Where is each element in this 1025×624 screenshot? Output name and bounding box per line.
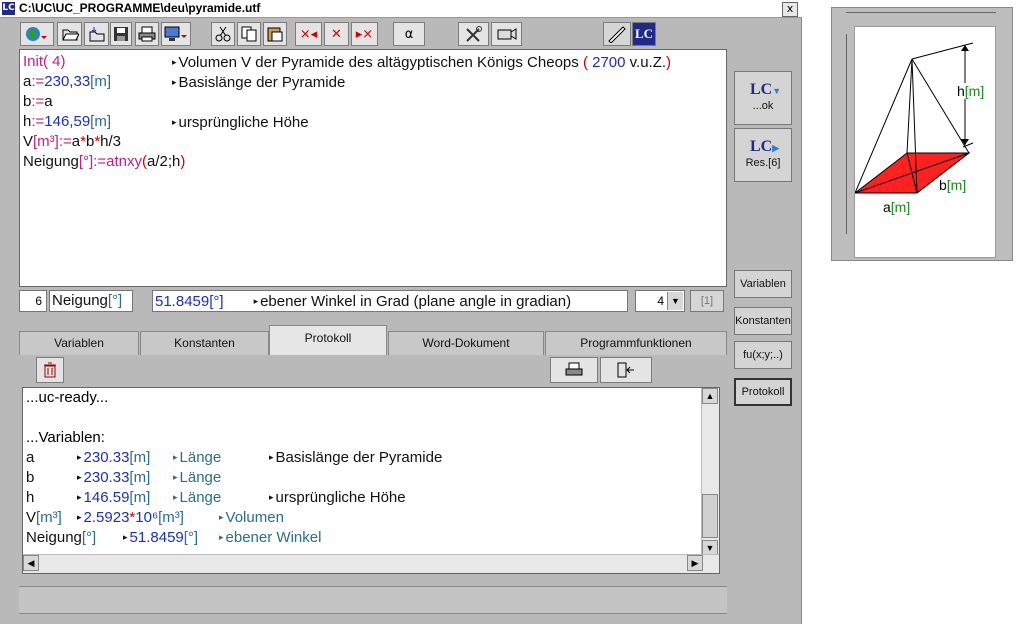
pen-button[interactable] xyxy=(603,22,631,46)
print-protocol-button[interactable] xyxy=(550,357,598,383)
mark-right-icon: ▸× xyxy=(355,26,374,42)
paste-button[interactable] xyxy=(263,22,287,46)
a-label: a[m] xyxy=(883,199,911,215)
scissors-icon xyxy=(215,26,231,42)
tab-bar: Variablen Konstanten Protokoll Word-Doku… xyxy=(19,323,727,355)
pen-icon xyxy=(608,26,626,43)
globe-icon xyxy=(26,27,47,41)
scroll-up-icon[interactable]: ▲ xyxy=(702,388,718,404)
page-indicator: [1] xyxy=(690,290,724,312)
vertical-scrollbar[interactable]: ▲ ▼ xyxy=(701,388,719,556)
editor-line-6: Neigung[°]:=atnxy(a/2;h) xyxy=(23,153,186,170)
open-button[interactable] xyxy=(57,22,82,46)
b-label: b[m] xyxy=(939,177,967,193)
floppy-icon xyxy=(114,27,128,41)
chevron-down-icon[interactable]: ▼ xyxy=(667,292,683,310)
globe-menu-button[interactable] xyxy=(20,22,54,46)
protokoll-button[interactable]: Protokoll xyxy=(734,378,792,406)
result-button[interactable]: LC▶ Res.[6] xyxy=(734,128,792,182)
variablen-button[interactable]: Variablen xyxy=(734,270,792,298)
exit-door-icon xyxy=(617,362,634,378)
result-label: Res.[6] xyxy=(745,157,781,169)
alpha-button[interactable]: α xyxy=(393,22,425,46)
line-number-field: 6 xyxy=(19,290,47,312)
lc-result-icon: LC▶ xyxy=(750,138,780,155)
preview-canvas: h[m] b[m] a[m] xyxy=(854,26,996,258)
alpha-label: α xyxy=(404,26,414,42)
konstanten-button[interactable]: Konstanten xyxy=(734,307,792,335)
printer-icon xyxy=(565,362,583,376)
main-window: LC C:\UC\UC_PROGRAMME\deu\pyramide.utf x… xyxy=(0,0,802,624)
mark-left-icon: ×◂ xyxy=(299,26,318,42)
pyramid-preview: h[m] b[m] a[m] xyxy=(831,7,1013,261)
preview-ruler xyxy=(846,12,996,21)
camera-button[interactable] xyxy=(491,22,522,46)
cut-button[interactable] xyxy=(211,22,235,46)
tab-word-dokument[interactable]: Word-Dokument xyxy=(388,331,544,355)
copy-icon xyxy=(241,26,257,42)
protocol-header: ...Variablen: xyxy=(26,429,105,446)
open-folder-icon xyxy=(61,29,79,41)
init-call: Init( 4) xyxy=(23,53,66,70)
functions-button[interactable]: fu(x;y;..) xyxy=(734,341,792,369)
tab-konstanten[interactable]: Konstanten xyxy=(140,331,269,355)
editor-line-5: V[m³]:=a*b*h/3 xyxy=(23,133,122,150)
scroll-left-icon[interactable]: ◀ xyxy=(23,555,39,571)
editor-line-1: Init( 4) xyxy=(23,52,66,72)
height-label: h[m] xyxy=(957,83,985,99)
display-menu-button[interactable] xyxy=(161,22,191,46)
tab-variablen[interactable]: Variablen xyxy=(19,331,139,355)
tab-protokoll[interactable]: Protokoll xyxy=(269,325,387,355)
open-recent-button[interactable] xyxy=(84,22,109,46)
protocol-output: ...uc-ready... ...Variablen: a ▸ 230.33[m… xyxy=(22,387,720,574)
delete-button[interactable] xyxy=(36,357,64,383)
status-bar xyxy=(19,586,727,614)
print-button[interactable] xyxy=(135,22,159,46)
code-editor[interactable]: Init( 4) ▸ Volumen V der Pyramide des alt… xyxy=(19,49,727,287)
scroll-thumb[interactable] xyxy=(702,494,718,538)
tools-button[interactable] xyxy=(458,22,489,46)
clipboard-icon xyxy=(267,27,283,42)
editor-comment-4: ▸ ursprüngliche Höhe xyxy=(172,114,309,131)
variable-name-field: Neigung[°] xyxy=(49,290,133,312)
mark-left-button[interactable]: ×◂ xyxy=(295,22,322,46)
editor-line-3: b:=a xyxy=(23,93,53,110)
export-button[interactable] xyxy=(600,357,652,383)
folder-down-icon xyxy=(89,27,104,42)
value-comment-field: 51.8459[°] ▸ ebener Winkel in Grad (plane … xyxy=(152,290,628,312)
copy-button[interactable] xyxy=(237,22,261,46)
monitor-icon xyxy=(164,26,187,41)
editor-comment-2: ▸ Basislänge der Pyramide xyxy=(172,74,346,91)
printer-icon xyxy=(138,26,156,42)
lc-logo-button[interactable]: LC xyxy=(632,22,656,46)
close-button[interactable]: x xyxy=(782,2,798,17)
mark-button[interactable]: ✕ xyxy=(324,22,349,46)
editor-line-2: a:=230,33[m] xyxy=(23,73,112,90)
protocol-ready: ...uc-ready... xyxy=(26,389,109,406)
lc-run-icon: LC▼ xyxy=(750,81,782,98)
app-icon: LC xyxy=(2,2,15,15)
window-title: C:\UC\UC_PROGRAMME\deu\pyramide.utf xyxy=(19,1,261,15)
editor-comment-1: ▸ Volumen V der Pyramide des altägyptisch… xyxy=(172,54,672,71)
title-bar: LC C:\UC\UC_PROGRAMME\deu\pyramide.utf x xyxy=(0,0,802,18)
horizontal-scrollbar[interactable]: ◀ ▶ xyxy=(23,554,719,573)
tab-programmfunktionen[interactable]: Programmfunktionen xyxy=(545,331,727,355)
editor-line-4: h:=146,59[m] xyxy=(23,113,112,130)
mark-icon: ✕ xyxy=(331,26,342,42)
ok-label: ...ok xyxy=(752,100,774,112)
lc-logo-icon: LC xyxy=(634,26,654,41)
camera-icon xyxy=(497,28,516,40)
save-button[interactable] xyxy=(110,22,132,46)
ok-button[interactable]: LC▼ ...ok xyxy=(734,71,792,125)
tools-icon xyxy=(465,26,482,42)
scroll-right-icon[interactable]: ▶ xyxy=(687,555,703,571)
trash-icon xyxy=(44,362,56,378)
precision-select[interactable]: 4 ▼ xyxy=(635,290,685,312)
pyramid-drawing xyxy=(855,42,974,194)
mark-right-button[interactable]: ▸× xyxy=(351,22,378,46)
